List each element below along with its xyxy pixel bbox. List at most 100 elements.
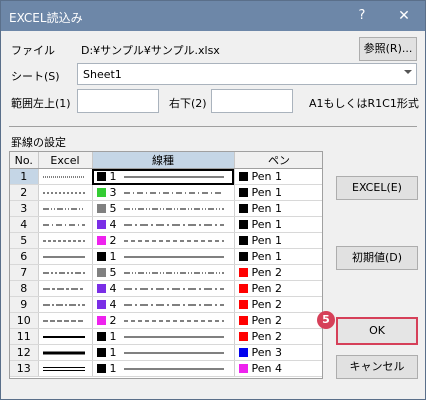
table-row[interactable]: 8 4 Pen 2 <box>10 280 322 297</box>
pen-cell[interactable]: Pen 1 <box>234 216 322 233</box>
close-icon[interactable]: ✕ <box>393 6 415 26</box>
color-swatch <box>96 299 106 309</box>
row-number[interactable]: 3 <box>10 200 39 217</box>
chevron-down-icon[interactable] <box>404 70 412 74</box>
range-topleft-input[interactable] <box>77 89 159 113</box>
range-bottomright-input[interactable] <box>211 89 293 113</box>
pen-cell[interactable]: Pen 2 <box>234 296 322 313</box>
sheet-value: Sheet1 <box>83 68 122 81</box>
ok-button[interactable]: OK <box>336 317 418 345</box>
row-number[interactable]: 4 <box>10 216 39 233</box>
excel-line-cell[interactable] <box>38 248 93 265</box>
row-number[interactable]: 2 <box>10 184 39 201</box>
line-type-cell[interactable]: 2 <box>92 312 235 329</box>
excel-line-cell[interactable] <box>38 264 93 281</box>
col-header-pen[interactable]: ペン <box>234 152 322 169</box>
excel-line-cell[interactable] <box>38 360 93 377</box>
line-type-number: 1 <box>109 330 117 343</box>
pen-label: Pen 1 <box>251 170 282 183</box>
table-row[interactable]: 2 3 Pen 1 <box>10 184 322 201</box>
table-row[interactable]: 1 1 Pen 1 <box>10 168 322 185</box>
pen-label: Pen 3 <box>251 346 282 359</box>
pen-cell[interactable]: Pen 1 <box>234 184 322 201</box>
table-row[interactable]: 11 1 Pen 2 <box>10 328 322 345</box>
line-type-cell[interactable]: 4 <box>92 280 235 297</box>
pen-cell[interactable]: Pen 1 <box>234 232 322 249</box>
row-number[interactable]: 6 <box>10 248 39 265</box>
line-type-cell[interactable]: 2 <box>92 232 235 249</box>
table-row[interactable]: 10 2 Pen 2 <box>10 312 322 329</box>
row-number[interactable]: 9 <box>10 296 39 313</box>
table-row[interactable]: 4 4 Pen 1 <box>10 216 322 233</box>
row-number[interactable]: 8 <box>10 280 39 297</box>
row-number[interactable]: 7 <box>10 264 39 281</box>
pen-color-swatch <box>238 203 248 213</box>
table-row[interactable]: 5 2 Pen 1 <box>10 232 322 249</box>
line-type-cell[interactable]: 1 <box>92 344 235 361</box>
browse-button[interactable]: 参照(R)... <box>359 37 417 61</box>
row-number[interactable]: 11 <box>10 328 39 345</box>
table-row[interactable]: 6 1 Pen 1 <box>10 248 322 265</box>
pen-label: Pen 2 <box>251 266 282 279</box>
excel-line-cell[interactable] <box>38 200 93 217</box>
help-icon[interactable]: ? <box>351 6 373 26</box>
pen-cell[interactable]: Pen 2 <box>234 328 322 345</box>
pen-cell[interactable]: Pen 2 <box>234 280 322 297</box>
pen-cell[interactable]: Pen 1 <box>234 248 322 265</box>
table-row[interactable]: 12 1 Pen 3 <box>10 344 322 361</box>
line-type-number: 4 <box>109 282 117 295</box>
excel-line-cell[interactable] <box>38 280 93 297</box>
excel-line-cell[interactable] <box>38 184 93 201</box>
color-swatch <box>96 331 106 341</box>
sheet-select[interactable]: Sheet1 <box>77 63 417 85</box>
line-type-cell[interactable]: 1 <box>92 360 235 377</box>
pen-label: Pen 1 <box>251 202 282 215</box>
row-number[interactable]: 5 <box>10 232 39 249</box>
line-type-cell[interactable]: 4 <box>92 296 235 313</box>
pen-cell[interactable]: Pen 3 <box>234 344 322 361</box>
line-type-number: 5 <box>109 202 117 215</box>
table-row[interactable]: 7 5 Pen 2 <box>10 264 322 281</box>
pen-cell[interactable]: Pen 2 <box>234 264 322 281</box>
excel-line-cell[interactable] <box>38 328 93 345</box>
col-header-no[interactable]: No. <box>10 152 39 169</box>
pen-cell[interactable]: Pen 2 <box>234 312 322 329</box>
color-swatch <box>96 267 106 277</box>
col-header-excel[interactable]: Excel <box>38 152 93 169</box>
excel-line-cell[interactable] <box>38 168 93 185</box>
pen-cell[interactable]: Pen 1 <box>234 200 322 217</box>
pen-color-swatch <box>238 299 248 309</box>
line-type-cell[interactable]: 5 <box>92 264 235 281</box>
col-header-line-type[interactable]: 線種 <box>92 152 235 169</box>
excel-line-cell[interactable] <box>38 344 93 361</box>
excel-line-cell[interactable] <box>38 216 93 233</box>
line-type-cell[interactable]: 1 <box>92 328 235 345</box>
line-type-cell[interactable]: 1 <box>92 168 235 185</box>
table-row[interactable]: 3 5 Pen 1 <box>10 200 322 217</box>
color-swatch <box>96 363 106 373</box>
color-swatch <box>96 347 106 357</box>
pen-label: Pen 2 <box>251 282 282 295</box>
excel-button[interactable]: EXCEL(E) <box>336 176 418 200</box>
row-number[interactable]: 1 <box>10 168 39 185</box>
row-number[interactable]: 12 <box>10 344 39 361</box>
row-number[interactable]: 13 <box>10 360 39 377</box>
excel-line-cell[interactable] <box>38 312 93 329</box>
cancel-button[interactable]: キャンセル <box>336 355 418 379</box>
table-row[interactable]: 9 4 Pen 2 <box>10 296 322 313</box>
row-number[interactable]: 10 <box>10 312 39 329</box>
line-type-cell[interactable]: 5 <box>92 200 235 217</box>
line-type-cell[interactable]: 1 <box>92 248 235 265</box>
pen-cell[interactable]: Pen 1 <box>234 168 322 185</box>
excel-line-cell[interactable] <box>38 232 93 249</box>
line-type-cell[interactable]: 4 <box>92 216 235 233</box>
line-type-cell[interactable]: 3 <box>92 184 235 201</box>
pen-cell[interactable]: Pen 4 <box>234 360 322 377</box>
ruled-line-grid[interactable]: No. Excel 線種 ペン 1 1 Pen 1 2 3 Pen 1 3 5 Pen 144P… <box>9 151 323 379</box>
range-bottomright-label: 右下(2) <box>169 97 207 110</box>
excel-line-cell[interactable] <box>38 296 93 313</box>
title-bar: EXCEL読込み ? ✕ <box>1 1 425 31</box>
file-label: ファイル <box>11 44 55 57</box>
reset-default-button[interactable]: 初期値(D) <box>336 246 418 270</box>
table-row[interactable]: 13 1 Pen 4 <box>10 360 322 377</box>
